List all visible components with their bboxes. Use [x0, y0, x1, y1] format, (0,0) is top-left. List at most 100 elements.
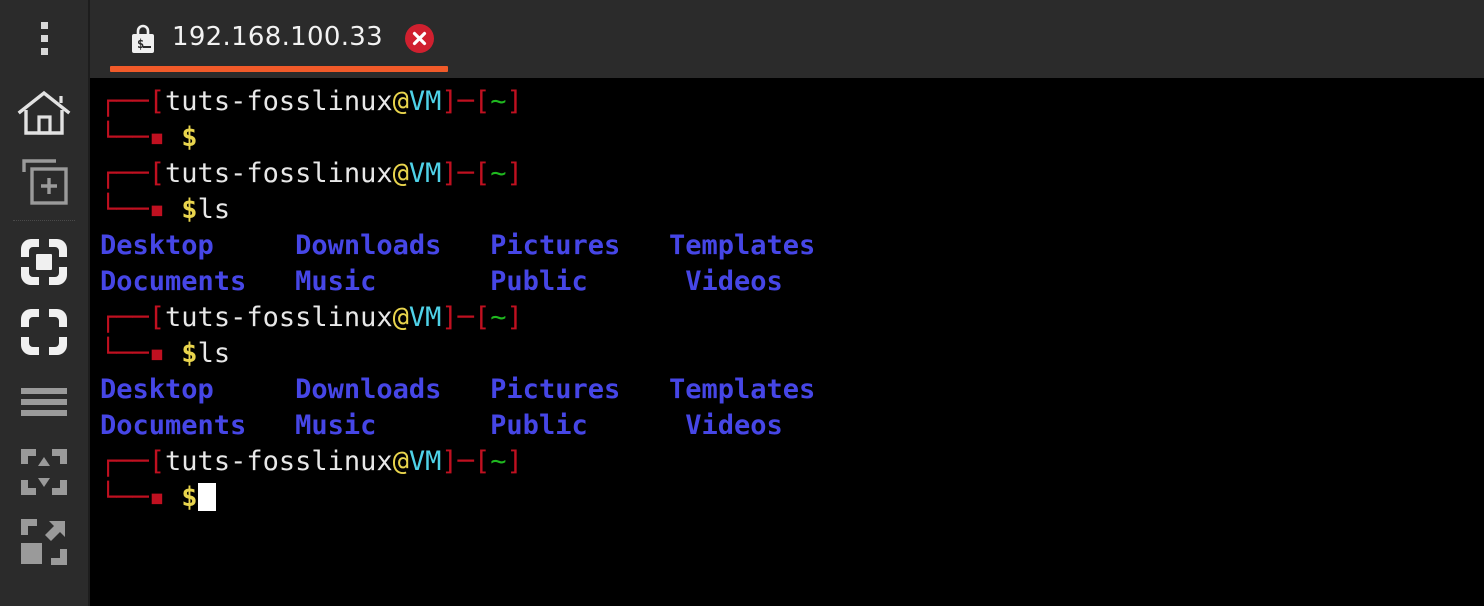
listing-row: Desktop Downloads Pictures Templates [90, 228, 1484, 264]
bracket-close: ] [441, 158, 458, 189]
sidebar-item-fit-to-screen[interactable] [0, 227, 89, 297]
prompt-user: tuts-fosslinux [165, 158, 393, 189]
prompt-at: @ [392, 86, 409, 117]
listing-item: Music [295, 266, 377, 297]
tab-title: 192.168.100.33 [172, 22, 383, 52]
listing-gap [620, 230, 669, 261]
command-text: ls [197, 194, 231, 225]
home-icon [17, 90, 71, 136]
fit-screen-icon [17, 235, 71, 289]
listing-gap [376, 410, 490, 441]
listing-item: Downloads [295, 374, 442, 405]
prompt-frame-top: ┌── [100, 158, 149, 189]
bracket-open: [ [148, 302, 166, 333]
listing-item: Public [490, 266, 588, 297]
prompt-dash: ─ [457, 86, 474, 117]
listing-item: Downloads [295, 230, 442, 261]
prompt-line-top: ┌──[tuts-fosslinux@VM]─[~] [90, 300, 1484, 336]
prompt-frame-top: ┌── [100, 446, 149, 477]
bracket-close: ] [441, 446, 458, 477]
prompt-host: VM [408, 86, 442, 117]
sidebar-item-scale-vertical[interactable] [0, 437, 89, 507]
bracket-open: [ [473, 446, 491, 477]
prompt-frame-top: ┌── [100, 302, 149, 333]
prompt-line-top: ┌──[tuts-fosslinux@VM]─[~] [90, 444, 1484, 480]
command-text: ls [197, 338, 231, 369]
listing-gap [214, 374, 295, 405]
prompt-path: ~ [490, 86, 507, 117]
listing-item: Documents [100, 410, 247, 441]
bracket-close: ] [506, 302, 523, 333]
listing-gap [588, 266, 686, 297]
prompt-host: VM [408, 302, 442, 333]
listing-item: Desktop [100, 230, 214, 261]
bracket-close: ] [506, 446, 523, 477]
kebab-menu-icon [39, 20, 49, 58]
hamburger-icon [21, 386, 67, 418]
prompt-connector: ▪ [148, 482, 182, 513]
listing-item: Videos [685, 266, 783, 297]
prompt-user: tuts-fosslinux [165, 446, 393, 477]
expand-arrow-icon [19, 517, 69, 567]
listing-item: Videos [685, 410, 783, 441]
scale-vertical-icon [19, 447, 69, 497]
bracket-close: ] [441, 302, 458, 333]
prompt-frame-bottom: └── [100, 194, 149, 225]
prompt-path: ~ [490, 302, 507, 333]
prompt-path: ~ [490, 446, 507, 477]
prompt-frame-bottom: └── [100, 338, 149, 369]
svg-text:$: $ [137, 37, 144, 51]
sidebar-item-overflow-menu[interactable] [0, 0, 89, 78]
listing-gap [588, 410, 686, 441]
prompt-frame-top: ┌── [100, 86, 149, 117]
command-line: └──▪ $ls [90, 336, 1484, 372]
bracket-close: ] [506, 158, 523, 189]
listing-item: Desktop [100, 374, 214, 405]
listing-gap [441, 374, 490, 405]
bracket-open: [ [148, 446, 166, 477]
prompt-dash: ─ [457, 158, 474, 189]
prompt-dash: ─ [457, 302, 474, 333]
listing-row: Desktop Downloads Pictures Templates [90, 372, 1484, 408]
prompt-line-top: ┌──[tuts-fosslinux@VM]─[~] [90, 84, 1484, 120]
close-icon[interactable] [404, 23, 434, 53]
active-command-line[interactable]: └──▪ $ [90, 480, 1484, 516]
prompt-symbol: $ [181, 482, 198, 513]
sidebar-item-fullscreen[interactable] [0, 297, 89, 367]
listing-item: Templates [669, 230, 816, 261]
prompt-symbol: $ [181, 122, 198, 153]
prompt-connector: ▪ [148, 122, 182, 153]
prompt-user: tuts-fosslinux [165, 86, 393, 117]
sidebar-item-expand[interactable] [0, 507, 89, 577]
main-pane: $ 192.168.100.33 ┌──[tuts-fosslinux@VM]─… [90, 0, 1484, 606]
bracket-open: [ [148, 86, 166, 117]
sidebar-item-home[interactable] [0, 78, 89, 148]
sidebar-divider [13, 220, 75, 221]
new-tab-icon [19, 158, 69, 208]
ssh-lock-terminal-icon: $ [128, 23, 158, 55]
listing-gap [246, 266, 295, 297]
listing-row: Documents Music Public Videos [90, 264, 1484, 300]
prompt-at: @ [392, 302, 409, 333]
prompt-user: tuts-fosslinux [165, 302, 393, 333]
fullscreen-icon [17, 305, 71, 359]
bracket-close: ] [441, 86, 458, 117]
sidebar-item-menu[interactable] [0, 367, 89, 437]
prompt-frame-bottom: └── [100, 482, 149, 513]
prompt-symbol: $ [181, 194, 198, 225]
prompt-host: VM [408, 446, 442, 477]
listing-item: Pictures [490, 374, 621, 405]
command-line: └──▪ $ls [90, 192, 1484, 228]
prompt-path: ~ [490, 158, 507, 189]
listing-item: Templates [669, 374, 816, 405]
sidebar-item-new-session[interactable] [0, 148, 89, 218]
prompt-frame-bottom: └── [100, 122, 149, 153]
prompt-at: @ [392, 446, 409, 477]
terminal-output[interactable]: ┌──[tuts-fosslinux@VM]─[~] └──▪ $ ┌──[tu… [90, 78, 1484, 606]
active-tab-indicator [110, 66, 448, 72]
listing-row: Documents Music Public Videos [90, 408, 1484, 444]
prompt-connector: ▪ [148, 338, 182, 369]
prompt-dash: ─ [457, 446, 474, 477]
bracket-open: [ [148, 158, 166, 189]
listing-gap [246, 410, 295, 441]
